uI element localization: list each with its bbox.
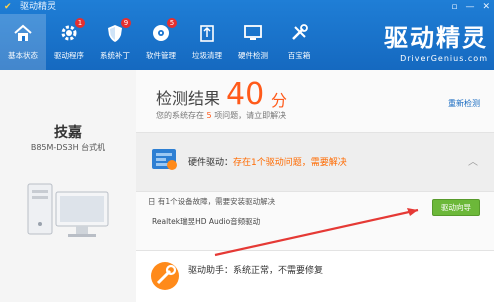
top-bar: ✔ 驱动精灵 ▫ — ✕ 基本状态 1 驱动程序 9 系统补丁 5 软件管理 垃… xyxy=(0,0,494,70)
main-nav: 基本状态 1 驱动程序 9 系统补丁 5 软件管理 垃圾清理 硬件检测 百宝箱 xyxy=(0,14,322,70)
nav-junk-cleanup[interactable]: 垃圾清理 xyxy=(184,14,230,70)
nav-label: 基本状态 xyxy=(8,51,38,60)
nav-system-patches[interactable]: 9 系统补丁 xyxy=(92,14,138,70)
score-unit: 分 xyxy=(271,91,288,110)
nav-hardware-check[interactable]: 硬件检测 xyxy=(230,14,276,70)
hardware-driver-title: 硬件驱动： xyxy=(188,158,234,168)
nav-drivers[interactable]: 1 驱动程序 xyxy=(46,14,92,70)
driver-helper-label: 驱动助手：系统正常，不需要修复 xyxy=(188,266,324,276)
close-button[interactable]: ✕ xyxy=(482,0,490,14)
nav-label: 软件管理 xyxy=(146,51,176,60)
nav-label: 百宝箱 xyxy=(287,51,311,60)
recheck-link[interactable]: 重新检测 xyxy=(448,98,480,109)
trash-icon xyxy=(196,22,218,44)
title-bar: ✔ 驱动精灵 ▫ — ✕ xyxy=(0,0,494,14)
nav-software-manager[interactable]: 5 软件管理 xyxy=(138,14,184,70)
driver-helper-section[interactable]: 驱动助手：系统正常，不需要修复 xyxy=(136,250,494,303)
hardware-driver-icon xyxy=(152,149,177,170)
device-sidebar: 技嘉 B85M-DS3H 台式机 xyxy=(0,70,137,302)
driver-name: Realtek瑞昱HD Audio音频驱动 xyxy=(152,217,261,226)
app-logo-icon: ✔ xyxy=(4,2,12,12)
notification-badge: 1 xyxy=(75,18,85,28)
brand-name-en: DriverGenius.com xyxy=(400,54,488,63)
health-score: 40 xyxy=(226,77,265,112)
chevron-up-icon[interactable]: ︿ xyxy=(468,153,478,168)
hardware-driver-label: 硬件驱动：存在1个驱动问题，需要解决 xyxy=(188,155,347,168)
device-model: B85M-DS3H 台式机 xyxy=(30,143,106,152)
wrench-icon xyxy=(151,262,179,290)
notification-badge: 9 xyxy=(121,18,131,28)
nav-basic-status[interactable]: 基本状态 xyxy=(0,14,46,70)
desc-suffix: 项问题，请立即解决 xyxy=(214,111,287,120)
skin-button[interactable]: ▫ xyxy=(451,0,457,14)
result-title: 检测结果 xyxy=(156,89,221,108)
desc-prefix: 您的系统存在 xyxy=(156,111,204,120)
nav-label: 系统补丁 xyxy=(100,51,130,60)
desktop-computer-icon xyxy=(27,183,109,237)
hardware-driver-status: 存在1个驱动问题，需要解决 xyxy=(233,158,347,168)
brand-name-cn: 驱动精灵 xyxy=(384,24,488,52)
notification-badge: 5 xyxy=(167,18,177,28)
brand-logo: 驱动精灵 DriverGenius.com xyxy=(338,18,488,64)
nav-label: 垃圾清理 xyxy=(192,51,222,60)
problem-count: 5 xyxy=(206,111,212,120)
minimize-button[interactable]: — xyxy=(465,0,474,14)
nav-label: 硬件检测 xyxy=(238,51,268,60)
nav-toolbox[interactable]: 百宝箱 xyxy=(276,14,322,70)
device-fault-notice: 日 有1个设备故障，需要安装驱动解决 xyxy=(148,197,276,206)
hardware-driver-section[interactable]: 硬件驱动：存在1个驱动问题，需要解决 ︿ xyxy=(136,132,494,192)
result-description: 您的系统存在 5 项问题，请立即解决 xyxy=(156,110,286,121)
monitor-icon xyxy=(242,22,264,44)
nav-label: 驱动程序 xyxy=(54,51,84,60)
window-controls: ▫ — ✕ xyxy=(451,0,490,14)
app-title: 驱动精灵 xyxy=(20,2,57,12)
home-icon xyxy=(12,22,34,44)
driver-wizard-button[interactable]: 驱动向导 xyxy=(432,199,480,216)
manufacturer-name: 技嘉 xyxy=(54,125,82,141)
main-panel: 检测结果 40 分 您的系统存在 5 项问题，请立即解决 重新检测 硬件驱动：存… xyxy=(136,70,494,303)
tools-icon xyxy=(288,22,310,44)
